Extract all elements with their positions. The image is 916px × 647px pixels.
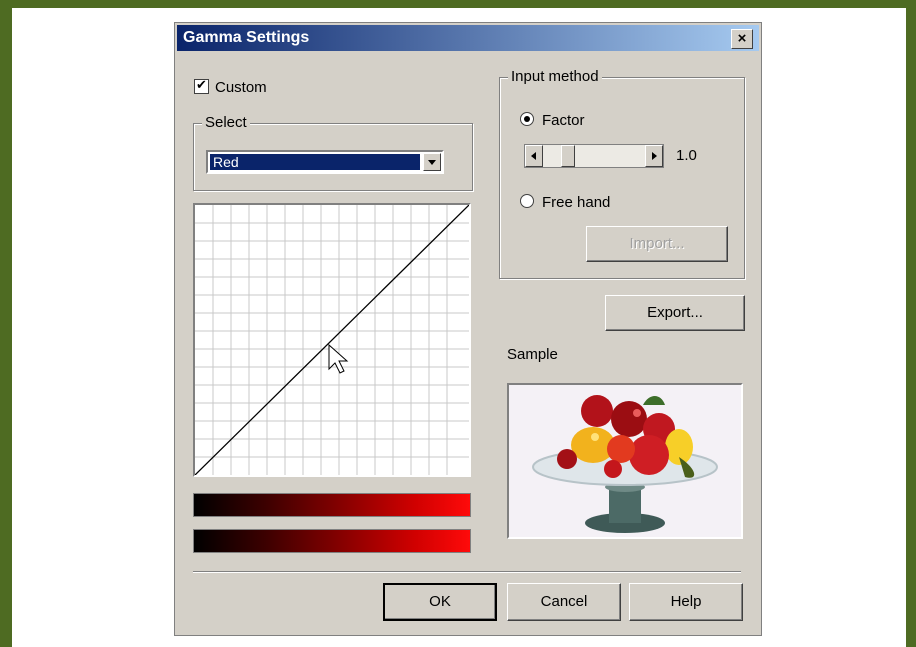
import-button[interactable]: Import... bbox=[586, 226, 728, 262]
custom-checkbox[interactable]: ✔ Custom bbox=[194, 77, 267, 96]
outer-frame-left bbox=[0, 0, 12, 647]
slider-thumb[interactable] bbox=[561, 145, 575, 167]
freehand-radio[interactable]: Free hand bbox=[520, 194, 610, 211]
select-group-label: Select bbox=[202, 114, 250, 131]
title-bar[interactable]: Gamma Settings × bbox=[177, 25, 759, 51]
checkbox-box[interactable]: ✔ bbox=[194, 77, 209, 94]
export-button[interactable]: Export... bbox=[605, 295, 745, 331]
close-icon: × bbox=[737, 30, 747, 47]
radio-selected-dot bbox=[524, 116, 530, 122]
input-method-group: Input method Factor 1.0 Free hand Import… bbox=[499, 68, 745, 279]
outer-frame-top bbox=[0, 0, 916, 8]
gamma-curve-graph[interactable] bbox=[193, 203, 471, 477]
factor-slider[interactable] bbox=[524, 144, 664, 168]
input-method-label: Input method bbox=[508, 68, 602, 85]
close-button[interactable]: × bbox=[731, 29, 753, 49]
channel-select-value: Red bbox=[210, 154, 420, 170]
factor-radio-button[interactable] bbox=[520, 112, 534, 126]
outer-frame-right bbox=[906, 0, 916, 647]
factor-label: Factor bbox=[542, 112, 585, 129]
dialog-separator bbox=[193, 571, 741, 573]
select-group: Select Red bbox=[193, 114, 473, 191]
gamma-settings-dialog: Gamma Settings × ✔ Custom Select Red Inp… bbox=[174, 22, 762, 636]
gamma-gradient-reference bbox=[193, 529, 471, 553]
gamma-gradient-output bbox=[193, 493, 471, 517]
help-button[interactable]: Help bbox=[629, 583, 743, 621]
checkmark-icon: ✔ bbox=[196, 77, 207, 92]
gamma-curve-line[interactable] bbox=[194, 204, 470, 476]
dialog-title: Gamma Settings bbox=[183, 29, 310, 46]
slider-left-arrow-icon[interactable] bbox=[525, 145, 543, 167]
factor-radio[interactable]: Factor bbox=[520, 112, 585, 129]
gamma-curve-svg bbox=[194, 204, 470, 476]
factor-value: 1.0 bbox=[676, 147, 697, 164]
custom-label: Custom bbox=[215, 79, 267, 96]
sample-label: Sample bbox=[507, 346, 558, 363]
chevron-down-icon[interactable] bbox=[423, 153, 441, 171]
fruit-bowl-picture bbox=[509, 385, 741, 537]
freehand-label: Free hand bbox=[542, 194, 611, 211]
channel-select[interactable]: Red bbox=[206, 150, 444, 174]
slider-right-arrow-icon[interactable] bbox=[645, 145, 663, 167]
freehand-radio-button[interactable] bbox=[520, 194, 534, 208]
ok-button[interactable]: OK bbox=[383, 583, 497, 621]
sample-image bbox=[507, 383, 743, 539]
cancel-button[interactable]: Cancel bbox=[507, 583, 621, 621]
